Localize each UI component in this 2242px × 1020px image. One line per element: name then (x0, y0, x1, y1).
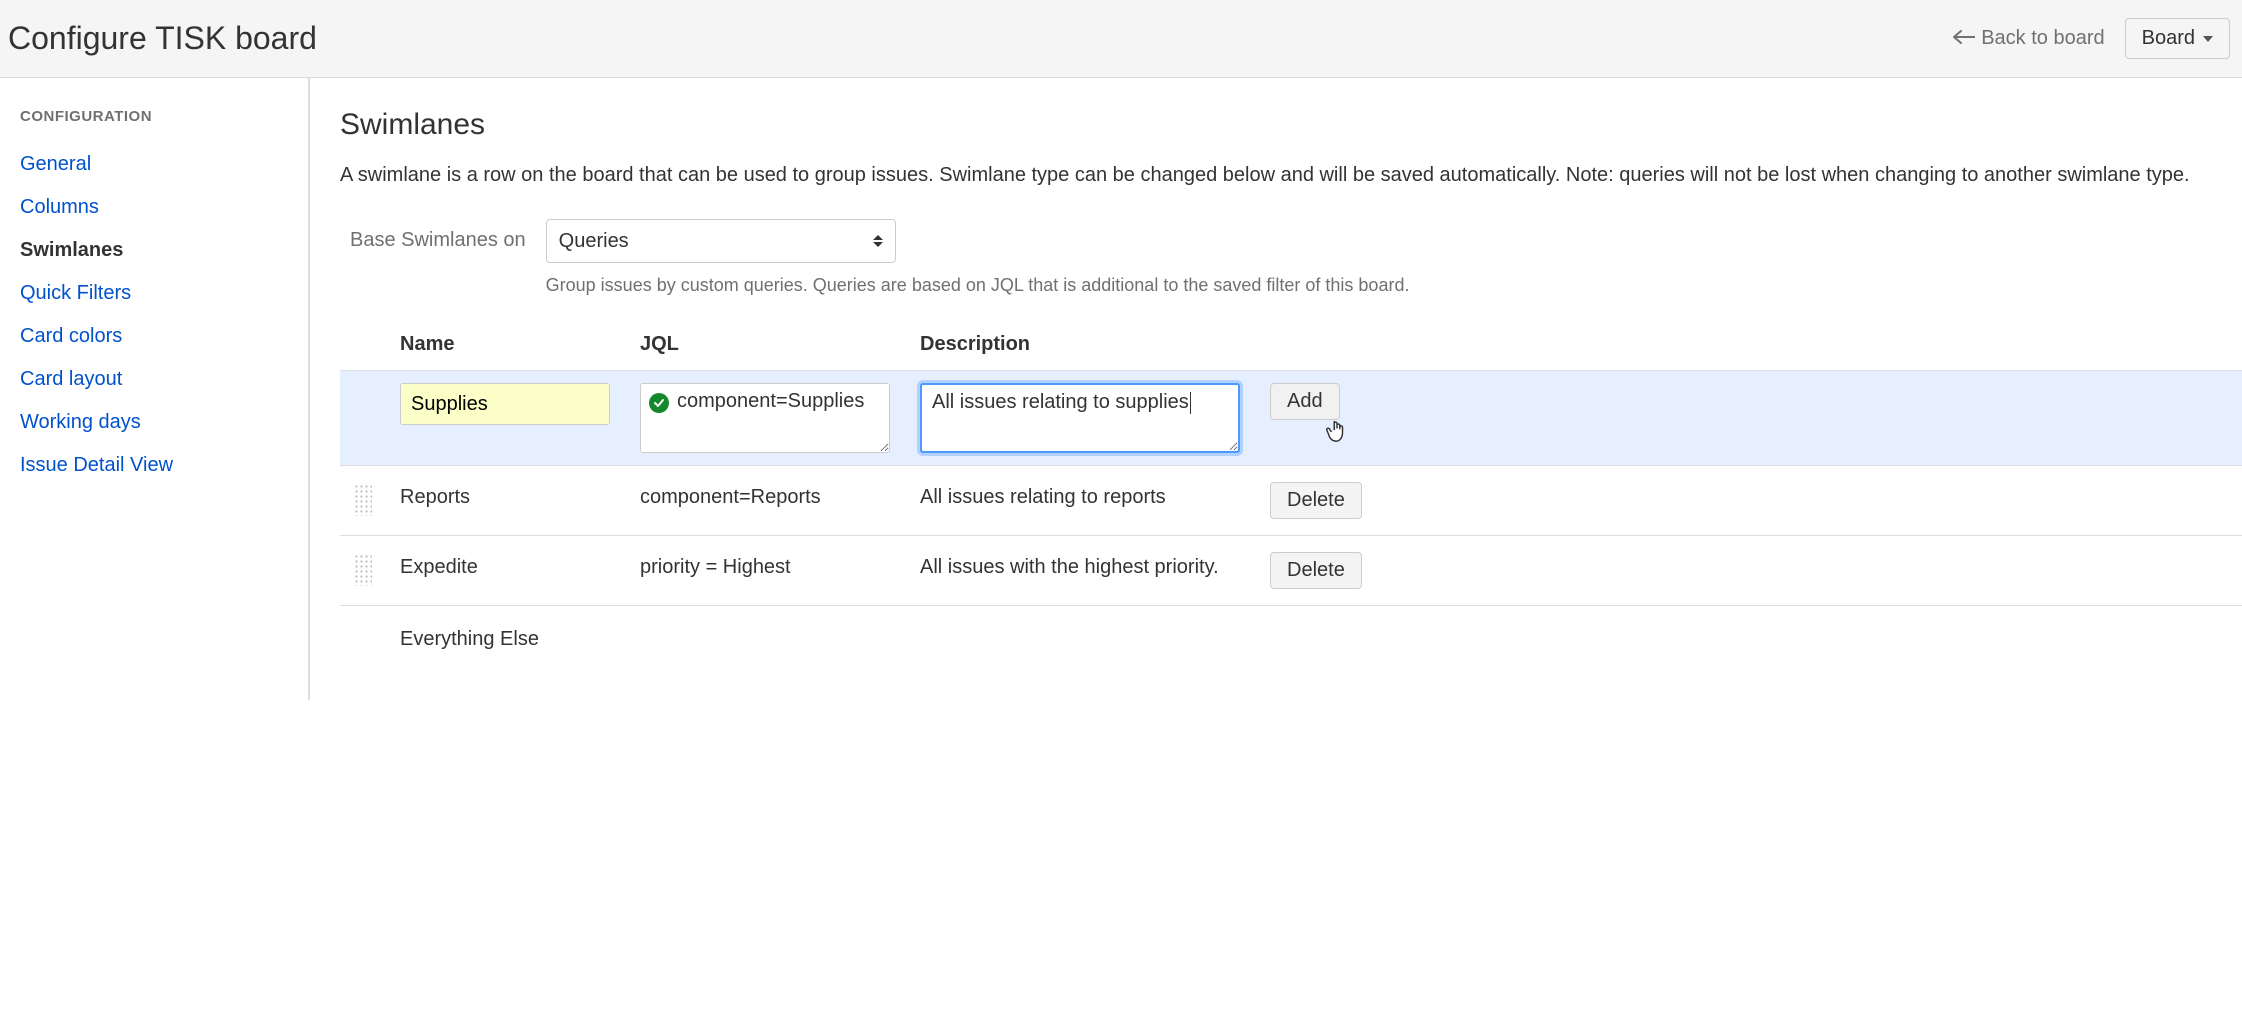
th-name: Name (400, 333, 640, 356)
th-description: Description (920, 333, 1270, 356)
board-dropdown-button[interactable]: Board (2125, 18, 2230, 59)
swimlane-name-input[interactable] (400, 383, 610, 425)
swimlane-jql-text: component=Supplies (677, 390, 864, 413)
swimlane-row: Expedite priority = Highest All issues w… (340, 535, 2242, 605)
sidebar-item-card-layout[interactable]: Card layout (20, 358, 288, 401)
base-swimlanes-hint: Group issues by custom queries. Queries … (546, 275, 2242, 296)
swimlane-jql: component=Reports (640, 482, 920, 512)
swimlane-row-everything-else: Everything Else (340, 605, 2242, 670)
sidebar-item-swimlanes[interactable]: Swimlanes (20, 229, 288, 272)
swimlane-name: Reports (400, 482, 640, 512)
sidebar-heading: CONFIGURATION (20, 108, 288, 125)
section-title: Swimlanes (340, 108, 2242, 142)
swimlane-new-row: component=Supplies All issues relating t… (340, 370, 2242, 465)
page-title: Configure TISK board (8, 20, 317, 57)
back-arrow-icon (1953, 28, 1975, 49)
config-sidebar: CONFIGURATION General Columns Swimlanes … (0, 78, 310, 700)
sidebar-item-quick-filters[interactable]: Quick Filters (20, 272, 288, 315)
jql-valid-icon (649, 393, 669, 413)
drag-handle-icon[interactable] (354, 554, 372, 586)
delete-swimlane-button[interactable]: Delete (1270, 552, 1362, 589)
main-content: Swimlanes A swimlane is a row on the boa… (310, 78, 2242, 700)
sidebar-item-general[interactable]: General (20, 143, 288, 186)
swimlane-row: Reports component=Reports All issues rel… (340, 465, 2242, 535)
swimlane-name: Expedite (400, 552, 640, 582)
swimlane-description: All issues with the highest priority. (920, 552, 1270, 582)
sidebar-item-columns[interactable]: Columns (20, 186, 288, 229)
th-jql: JQL (640, 333, 920, 356)
board-dropdown-label: Board (2142, 27, 2195, 50)
table-header-row: Name JQL Description (340, 321, 2242, 370)
swimlane-name: Everything Else (400, 622, 640, 654)
select-caret-icon (873, 235, 883, 247)
drag-handle-icon[interactable] (354, 484, 372, 516)
base-swimlanes-select[interactable]: Queries (546, 219, 896, 263)
sidebar-item-issue-detail[interactable]: Issue Detail View (20, 444, 288, 487)
sidebar-item-card-colors[interactable]: Card colors (20, 315, 288, 358)
base-swimlanes-label: Base Swimlanes on (340, 219, 526, 252)
add-swimlane-button[interactable]: Add (1270, 383, 1340, 420)
page-header: Configure TISK board Back to board Board (0, 0, 2242, 78)
swimlane-description-input[interactable]: All issues relating to supplies (920, 383, 1240, 453)
sidebar-item-working-days[interactable]: Working days (20, 401, 288, 444)
swimlane-description-text: All issues relating to supplies (932, 391, 1189, 413)
swimlanes-table: Name JQL Description component=Supplies (340, 320, 2242, 670)
header-actions: Back to board Board (1953, 18, 2230, 59)
caret-down-icon (2203, 36, 2213, 42)
swimlane-jql: priority = Highest (640, 552, 920, 582)
delete-swimlane-button[interactable]: Delete (1270, 482, 1362, 519)
swimlane-description: All issues relating to reports (920, 482, 1270, 512)
swimlane-jql-input[interactable]: component=Supplies (640, 383, 890, 453)
pointer-cursor-icon (1326, 419, 1348, 445)
section-description: A swimlane is a row on the board that ca… (340, 160, 2242, 191)
back-to-board-link[interactable]: Back to board (1953, 27, 2104, 50)
base-swimlanes-row: Base Swimlanes on Queries Group issues b… (340, 219, 2242, 296)
back-to-board-label: Back to board (1981, 27, 2104, 50)
base-swimlanes-value: Queries (559, 230, 629, 253)
text-cursor (1190, 392, 1191, 414)
